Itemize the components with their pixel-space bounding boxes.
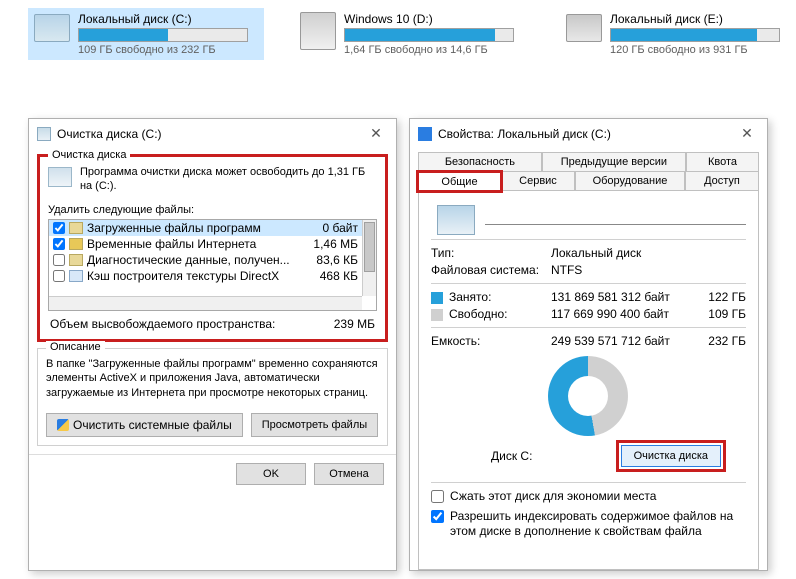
list-item[interactable]: Диагностические данные, получен... 83,6 … (49, 252, 362, 268)
drive-tile-d[interactable]: Windows 10 (D:) 1,64 ГБ свободно из 14,6… (294, 8, 530, 60)
list-item[interactable]: Временные файлы Интернета 1,46 МБ (49, 236, 362, 252)
ok-button[interactable]: OK (236, 463, 306, 485)
description-text: В папке "Загруженные файлы программ" вре… (46, 357, 379, 402)
list-item[interactable]: Загруженные файлы программ 0 байт (49, 220, 362, 236)
capacity-human: 232 ГБ (696, 334, 746, 348)
free-bytes: 117 669 990 400 байт (551, 307, 696, 321)
capacity-label: Емкость: (431, 334, 551, 348)
fs-value: NTFS (551, 263, 746, 277)
close-icon[interactable]: ✕ (735, 125, 759, 142)
usage-pie-chart (548, 356, 628, 436)
capacity-bytes: 249 539 571 712 байт (551, 334, 696, 348)
disk-label: Диск C: (491, 449, 532, 463)
file-checkbox[interactable] (53, 222, 65, 234)
fs-label: Файловая система: (431, 263, 551, 277)
group-label: Очистка диска (48, 149, 130, 161)
free-color-icon (431, 309, 443, 321)
horizontal-scrollbar[interactable] (49, 296, 362, 310)
file-checkbox[interactable] (53, 238, 65, 250)
used-color-icon (431, 292, 443, 304)
type-label: Тип: (431, 246, 551, 260)
disk-cleanup-button[interactable]: Очистка диска (621, 445, 721, 467)
drive-usage-bar (344, 28, 514, 42)
file-checkbox[interactable] (53, 270, 65, 282)
list-item[interactable]: Кэш построителя текстуры DirectX 468 КБ (49, 268, 362, 284)
drive-icon (37, 127, 51, 141)
drive-free-text: 1,64 ГБ свободно из 14,6 ГБ (344, 44, 524, 56)
drives-row: Локальный диск (C:) 109 ГБ свободно из 2… (0, 0, 796, 68)
drive-name: Windows 10 (D:) (344, 12, 524, 26)
drive-icon (34, 14, 70, 42)
used-human: 122 ГБ (696, 290, 746, 304)
tab-sharing[interactable]: Доступ (685, 171, 759, 190)
tab-security[interactable]: Безопасность (418, 152, 542, 171)
cancel-button[interactable]: Отмена (314, 463, 384, 485)
used-bytes: 131 869 581 312 байт (551, 290, 696, 304)
delete-files-label: Удалить следующие файлы: (48, 204, 377, 216)
tab-hardware[interactable]: Оборудование (575, 171, 685, 190)
total-value: 239 МБ (334, 317, 375, 331)
drive-name: Локальный диск (E:) (610, 12, 790, 26)
group-label: Описание (46, 341, 105, 353)
compress-checkbox-row[interactable]: Сжать этот диск для экономии места (431, 489, 746, 505)
total-label: Объем высвобождаемого пространства: (50, 317, 334, 331)
drive-free-text: 109 ГБ свободно из 232 ГБ (78, 44, 258, 56)
tab-previous-versions[interactable]: Предыдущие версии (542, 152, 686, 171)
close-icon[interactable]: ✕ (364, 125, 388, 142)
used-label: Занято: (449, 290, 491, 304)
index-checkbox[interactable] (431, 510, 444, 523)
drive-usage-bar (78, 28, 248, 42)
shield-icon (57, 419, 69, 431)
tab-quota[interactable]: Квота (686, 152, 759, 171)
disk-cleanup-dialog: Очистка диска (C:) ✕ Очистка диска Прогр… (28, 118, 397, 571)
tabs: Безопасность Предыдущие версии Квота Общ… (410, 148, 767, 570)
description-group: Описание В папке "Загруженные файлы прог… (37, 348, 388, 447)
index-checkbox-row[interactable]: Разрешить индексировать содержимое файло… (431, 509, 746, 540)
drive-icon (300, 12, 336, 50)
compress-checkbox[interactable] (431, 490, 444, 503)
titlebar[interactable]: Свойства: Локальный диск (C:) ✕ (410, 119, 767, 148)
drive-tile-c[interactable]: Локальный диск (C:) 109 ГБ свободно из 2… (28, 8, 264, 60)
dialog-footer: OK Отмена (29, 454, 396, 493)
drive-free-text: 120 ГБ свободно из 931 ГБ (610, 44, 790, 56)
folder-icon (69, 254, 83, 266)
drive-icon (418, 127, 432, 141)
intro-text: Программа очистки диска может освободить… (80, 165, 377, 194)
disk-name-input[interactable] (485, 207, 746, 225)
folder-icon (69, 222, 83, 234)
cleanup-group: Очистка диска Программа очистки диска мо… (37, 154, 388, 342)
drive-icon (48, 167, 72, 187)
drive-tile-e[interactable]: Локальный диск (E:) 120 ГБ свободно из 9… (560, 8, 796, 60)
type-value: Локальный диск (551, 246, 746, 260)
dialog-title: Свойства: Локальный диск (C:) (438, 127, 735, 141)
dialog-title: Очистка диска (C:) (57, 127, 364, 141)
drive-icon (437, 205, 475, 235)
lock-icon (69, 238, 83, 250)
file-icon (69, 270, 83, 282)
tab-panel-general: Тип:Локальный диск Файловая система:NTFS… (418, 190, 759, 570)
file-checkbox[interactable] (53, 254, 65, 266)
view-files-button[interactable]: Просмотреть файлы (251, 413, 378, 437)
highlight-box: Очистка диска (616, 440, 726, 472)
clean-system-files-button[interactable]: Очистить системные файлы (46, 413, 243, 437)
drive-name: Локальный диск (C:) (78, 12, 258, 26)
tab-tools[interactable]: Сервис (501, 171, 575, 190)
free-human: 109 ГБ (696, 307, 746, 321)
drive-icon (566, 14, 602, 42)
disk-properties-dialog: Свойства: Локальный диск (C:) ✕ Безопасн… (409, 118, 768, 571)
titlebar[interactable]: Очистка диска (C:) ✕ (29, 119, 396, 148)
vertical-scrollbar[interactable] (362, 220, 376, 296)
free-label: Свободно: (449, 307, 508, 321)
tab-general[interactable]: Общие (418, 172, 501, 191)
file-list[interactable]: Загруженные файлы программ 0 байт Времен… (48, 219, 377, 311)
drive-usage-bar (610, 28, 780, 42)
